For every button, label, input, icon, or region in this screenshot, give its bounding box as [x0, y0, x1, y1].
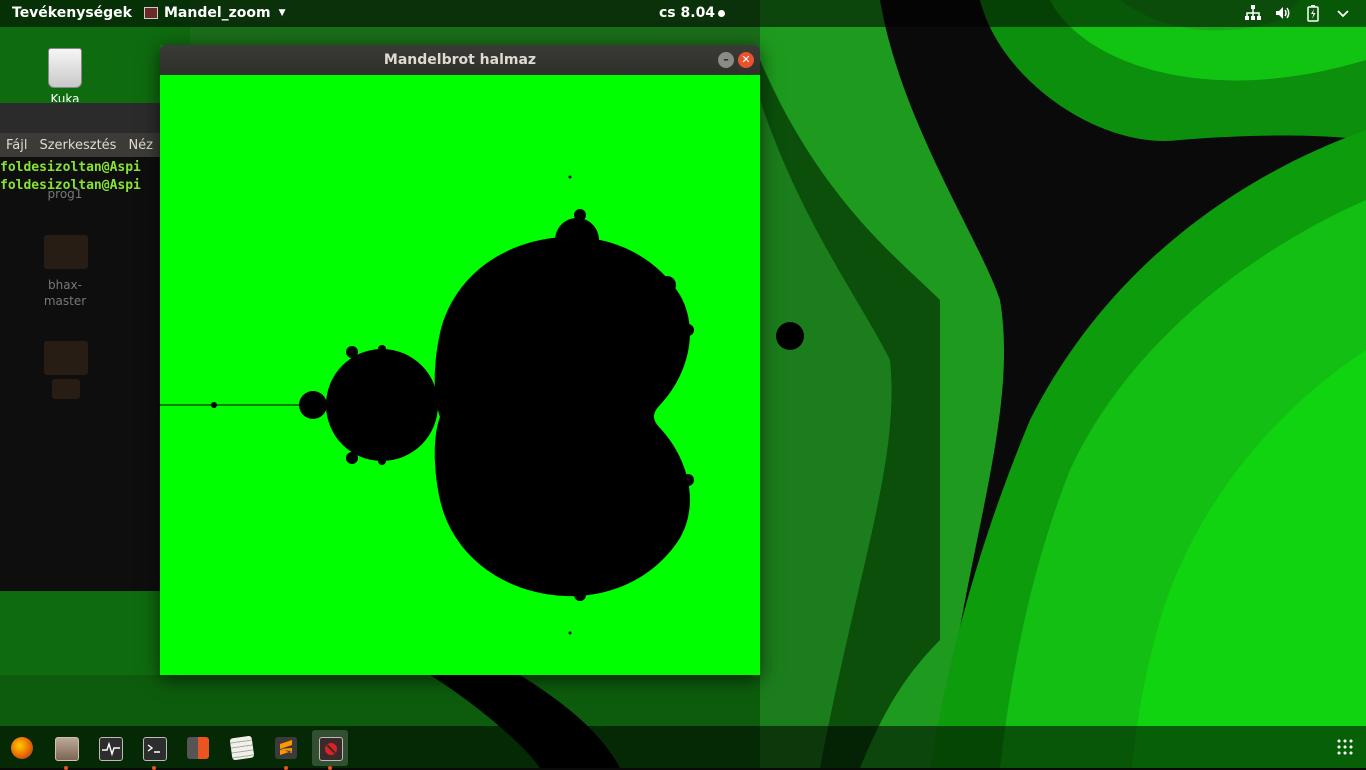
mandelbrot-canvas[interactable]	[160, 75, 760, 675]
calculator-icon	[187, 737, 209, 759]
file-icon	[52, 379, 80, 399]
clock[interactable]: cs 8.04	[659, 5, 726, 21]
chevron-down-icon: ▼	[278, 8, 286, 18]
folder-icon	[44, 341, 88, 375]
dock	[0, 726, 1366, 770]
notification-dot-icon	[718, 9, 726, 17]
system-menu-icon[interactable]	[1334, 4, 1352, 22]
dock-text-editor[interactable]	[224, 730, 260, 766]
files-icon	[55, 737, 79, 761]
dock-calculator[interactable]	[180, 730, 216, 766]
menu-view[interactable]: Néz	[128, 138, 153, 153]
dock-mandel-zoom[interactable]	[312, 730, 348, 770]
running-indicator-icon	[328, 766, 332, 770]
dock-terminal[interactable]	[136, 730, 172, 770]
volume-icon[interactable]	[1274, 4, 1292, 22]
system-tray[interactable]	[1244, 4, 1352, 22]
show-applications-icon[interactable]	[1336, 738, 1354, 756]
dock-sublime-text[interactable]	[268, 730, 304, 770]
window-titlebar[interactable]: Mandelbrot halmaz – ✕	[160, 45, 760, 75]
mandelbrot-window[interactable]: Mandelbrot halmaz – ✕	[160, 45, 760, 675]
app-menu[interactable]: Mandel_zoom ▼	[144, 5, 286, 21]
network-icon[interactable]	[1244, 4, 1262, 22]
minimize-icon[interactable]: –	[718, 52, 734, 68]
mandel-zoom-icon	[319, 737, 343, 761]
trash-desktop-icon[interactable]: Kuka	[30, 48, 100, 102]
terminal-icon	[143, 737, 167, 761]
activities-button[interactable]: Tevékenységek	[12, 5, 132, 21]
running-indicator-icon	[152, 766, 156, 770]
sublime-text-icon	[275, 737, 297, 759]
trash-label: Kuka	[50, 92, 80, 102]
folder-label-bhax: bhax-master	[43, 278, 87, 308]
menu-file[interactable]: Fájl	[6, 138, 27, 153]
folder-label-prog1: prog1	[47, 187, 83, 201]
window-title: Mandelbrot halmaz	[383, 52, 537, 68]
dock-firefox[interactable]	[4, 730, 40, 766]
folder-icon	[44, 235, 88, 269]
dock-system-monitor[interactable]	[92, 730, 128, 766]
top-bar: Tevékenységek Mandel_zoom ▼ cs 8.04	[0, 0, 1366, 27]
firefox-icon	[11, 737, 33, 759]
menu-edit[interactable]: Szerkesztés	[39, 138, 116, 153]
text-editor-icon	[229, 735, 255, 761]
terminal-menubar: Fájl Szerkesztés Néz	[0, 133, 160, 157]
terminal-line: foldesizoltan@Aspi	[0, 160, 141, 175]
mandelbrot-set-image	[160, 75, 760, 675]
clock-label: cs 8.04	[659, 5, 716, 21]
running-indicator-icon	[284, 766, 288, 770]
trash-icon	[48, 48, 82, 88]
dock-files[interactable]	[48, 730, 84, 770]
system-monitor-icon	[99, 737, 123, 761]
battery-icon[interactable]	[1304, 4, 1322, 22]
mandel-app-icon	[144, 7, 158, 19]
running-indicator-icon	[64, 766, 68, 770]
app-menu-label: Mandel_zoom	[164, 5, 271, 21]
terminal-titlebar[interactable]	[0, 103, 160, 133]
close-icon[interactable]: ✕	[738, 52, 754, 68]
terminal-window[interactable]: Fájl Szerkesztés Néz foldesizoltan@Aspi …	[0, 103, 160, 591]
